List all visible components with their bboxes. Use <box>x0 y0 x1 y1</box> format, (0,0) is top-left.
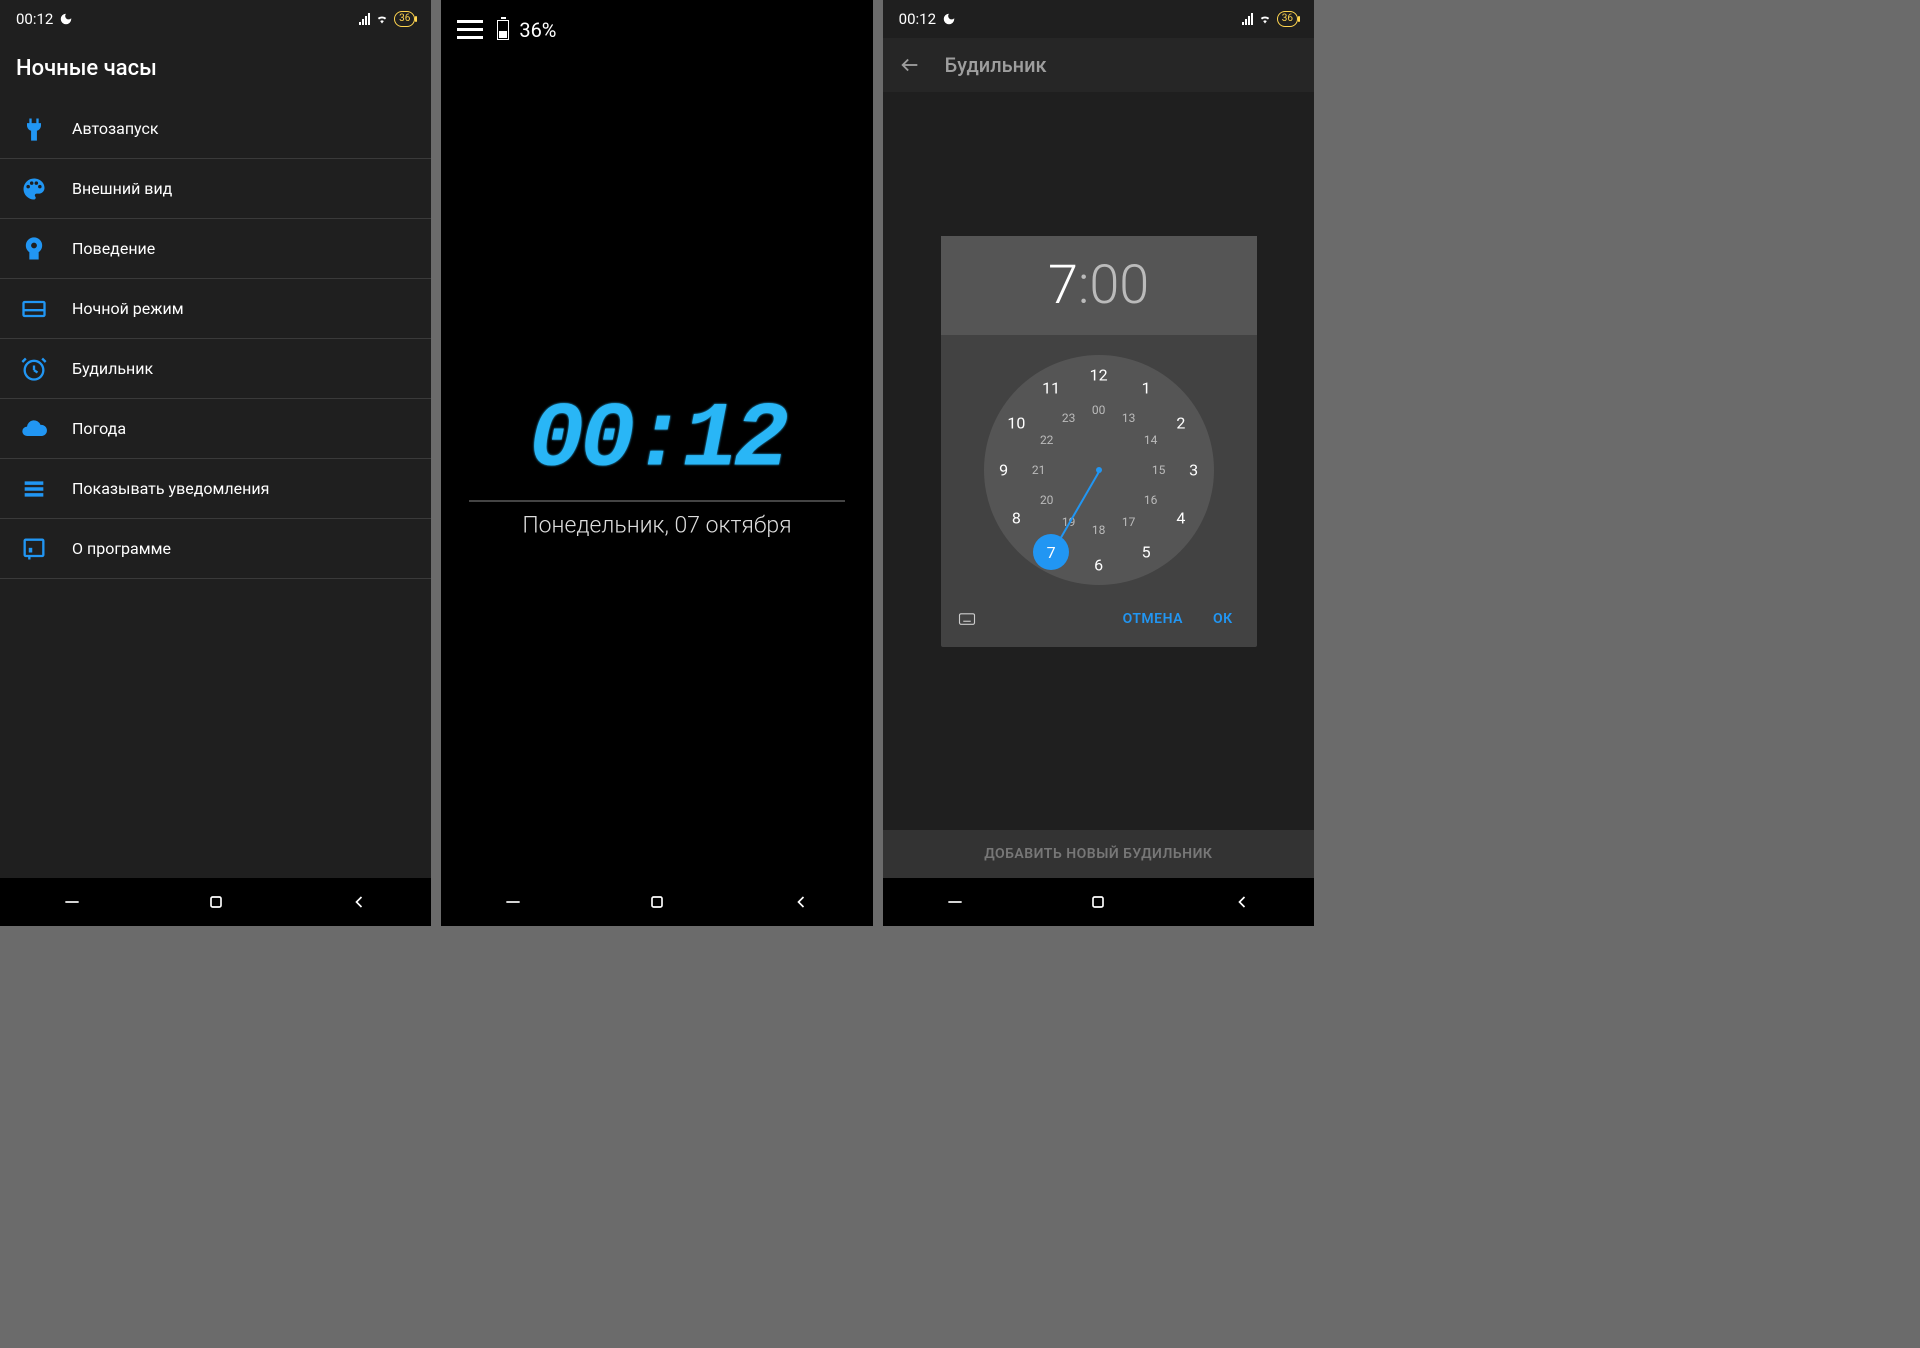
nav-home-icon[interactable] <box>1088 892 1108 912</box>
hour-21[interactable]: 21 <box>1032 463 1046 477</box>
battery-pill: 36 <box>1277 11 1298 27</box>
hour-8[interactable]: 8 <box>1012 508 1021 527</box>
page-title: Ночные часы <box>0 38 431 99</box>
nav-back-icon[interactable] <box>791 892 811 912</box>
menu-label: Будильник <box>72 359 153 378</box>
nav-bar <box>441 878 872 926</box>
picker-actions: ОТМЕНА ОК <box>941 599 1257 647</box>
clock-top-bar: 36% <box>441 0 872 59</box>
menu-label: О программе <box>72 539 171 558</box>
keyboard-icon[interactable] <box>955 610 979 628</box>
hour-17[interactable]: 17 <box>1122 515 1136 529</box>
add-alarm-button[interactable]: ДОБАВИТЬ НОВЫЙ БУДИЛЬНИК <box>883 830 1314 878</box>
battery-percent: 36% <box>519 18 556 42</box>
cancel-button[interactable]: ОТМЕНА <box>1113 605 1193 633</box>
status-bar: 00:12 36 <box>0 0 431 38</box>
hour-00[interactable]: 00 <box>1092 403 1106 417</box>
picker-sep: : <box>1078 254 1089 317</box>
wifi-icon <box>374 13 390 25</box>
date-text: Понедельник, 07 октября <box>441 512 872 539</box>
menu-item[interactable]: Внешний вид <box>0 159 431 219</box>
alarm-title: Будильник <box>945 53 1047 77</box>
picker-display: 7:00 <box>941 236 1257 335</box>
nav-recent-icon[interactable] <box>503 892 523 912</box>
list-icon <box>20 475 48 503</box>
menu-label: Ночной режим <box>72 299 184 318</box>
hour-12[interactable]: 12 <box>1090 366 1108 385</box>
cloud-icon <box>20 415 48 443</box>
battery-icon <box>497 20 509 40</box>
time-picker: 7:00 12123456789101100131415161718192021… <box>941 236 1257 647</box>
hour-9[interactable]: 9 <box>999 461 1008 480</box>
alarm-screen: 00:12 36 Будильник 7:00 1212345678910110… <box>883 0 1314 926</box>
menu-item[interactable]: Поведение <box>0 219 431 279</box>
menu-icon[interactable] <box>453 16 487 43</box>
hour-5[interactable]: 5 <box>1142 543 1151 562</box>
moon-icon <box>59 12 73 26</box>
palette-icon <box>20 175 48 203</box>
signal-icon <box>359 13 370 25</box>
hour-10[interactable]: 10 <box>1007 413 1025 432</box>
clock-body: 00:12 Понедельник, 07 октября <box>441 388 872 539</box>
hour-4[interactable]: 4 <box>1176 508 1185 527</box>
hour-11[interactable]: 11 <box>1042 378 1060 397</box>
moon-icon <box>942 12 956 26</box>
hour-3[interactable]: 3 <box>1189 461 1198 480</box>
hour-2[interactable]: 2 <box>1176 413 1185 432</box>
back-arrow-icon[interactable] <box>899 54 921 76</box>
divider <box>469 501 844 502</box>
status-bar: 00:12 36 <box>883 0 1314 38</box>
nav-recent-icon[interactable] <box>945 892 965 912</box>
nav-back-icon[interactable] <box>349 892 369 912</box>
nav-back-icon[interactable] <box>1232 892 1252 912</box>
hour-23[interactable]: 23 <box>1062 411 1076 425</box>
menu-label: Внешний вид <box>72 179 172 198</box>
menu-item[interactable]: Показывать уведомления <box>0 459 431 519</box>
hour-22[interactable]: 22 <box>1040 433 1054 447</box>
menu-item[interactable]: Будильник <box>0 339 431 399</box>
hour-20[interactable]: 20 <box>1040 493 1054 507</box>
hour-13[interactable]: 13 <box>1122 411 1136 425</box>
alarm-header: Будильник <box>883 38 1314 92</box>
info-icon <box>20 535 48 563</box>
clock-screen: 36% 00:12 Понедельник, 07 октября <box>441 0 872 926</box>
hour-18[interactable]: 18 <box>1092 523 1106 537</box>
menu-label: Поведение <box>72 239 155 258</box>
hour-6[interactable]: 6 <box>1094 556 1103 575</box>
status-time: 00:12 <box>16 10 53 28</box>
nav-recent-icon[interactable] <box>62 892 82 912</box>
clock-knob[interactable]: 7 <box>1033 534 1069 570</box>
signal-icon <box>1242 13 1253 25</box>
menu-item[interactable]: Ночной режим <box>0 279 431 339</box>
digital-time: 00:12 <box>441 388 872 493</box>
alarm-icon <box>20 355 48 383</box>
menu-label: Автозапуск <box>72 119 159 138</box>
menu-label: Показывать уведомления <box>72 479 269 498</box>
menu-label: Погода <box>72 419 126 438</box>
wifi-icon <box>1257 13 1273 25</box>
settings-list: Автозапуск Внешний вид Поведение Ночной реж… <box>0 99 431 579</box>
menu-item[interactable]: О программе <box>0 519 431 579</box>
hour-15[interactable]: 15 <box>1152 463 1166 477</box>
nav-bar <box>883 878 1314 926</box>
nav-bar <box>0 878 431 926</box>
gear-head-icon <box>20 235 48 263</box>
menu-item[interactable]: Автозапуск <box>0 99 431 159</box>
settings-screen: 00:12 36 Ночные часы Автозапуск Внешний в… <box>0 0 431 926</box>
picker-hour[interactable]: 7 <box>1048 254 1078 317</box>
status-time: 00:12 <box>899 10 936 28</box>
bed-icon <box>20 295 48 323</box>
battery-pill: 36 <box>394 11 415 27</box>
ok-button[interactable]: ОК <box>1203 605 1243 633</box>
nav-home-icon[interactable] <box>206 892 226 912</box>
nav-home-icon[interactable] <box>647 892 667 912</box>
hour-1[interactable]: 1 <box>1142 378 1151 397</box>
picker-min[interactable]: 00 <box>1089 254 1149 317</box>
plug-icon <box>20 115 48 143</box>
menu-item[interactable]: Погода <box>0 399 431 459</box>
hour-14[interactable]: 14 <box>1144 433 1158 447</box>
clock-face[interactable]: 1212345678910110013141516171819202122237 <box>984 355 1214 585</box>
hour-16[interactable]: 16 <box>1144 493 1158 507</box>
